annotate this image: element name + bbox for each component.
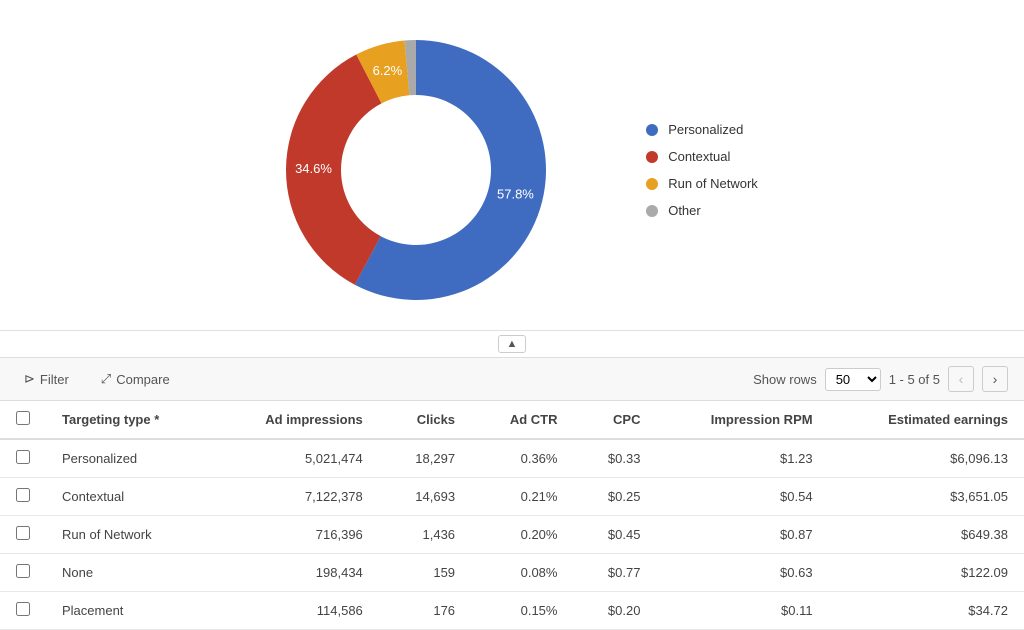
- prev-page-button[interactable]: ‹: [948, 366, 974, 392]
- legend-item: Contextual: [646, 149, 758, 164]
- collapse-button[interactable]: ▲: [498, 335, 527, 353]
- targeting-type-cell: Personalized: [46, 439, 212, 478]
- data-cell: $0.20: [573, 592, 656, 630]
- legend-item-label: Personalized: [668, 122, 743, 137]
- data-cell: 176: [379, 592, 471, 630]
- main-container: 57.8%34.6%6.2% PersonalizedContextualRun…: [0, 0, 1024, 630]
- filter-icon: ⊳: [24, 371, 35, 387]
- data-cell: $0.87: [656, 516, 828, 554]
- data-cell: 159: [379, 554, 471, 592]
- data-cell: $6,096.13: [829, 439, 1024, 478]
- legend-color-dot: [646, 178, 658, 190]
- data-cell: $1.23: [656, 439, 828, 478]
- legend-color-dot: [646, 205, 658, 217]
- row-checkbox[interactable]: [16, 564, 30, 578]
- legend-color-dot: [646, 124, 658, 136]
- data-cell: $649.38: [829, 516, 1024, 554]
- data-cell: 7,122,378: [212, 478, 379, 516]
- next-page-button[interactable]: ›: [982, 366, 1008, 392]
- compare-button[interactable]: ⤢ Compare: [93, 367, 178, 391]
- legend-item-label: Run of Network: [668, 176, 758, 191]
- row-checkbox[interactable]: [16, 602, 30, 616]
- data-cell: 114,586: [212, 592, 379, 630]
- rows-select[interactable]: 102550100: [825, 368, 881, 391]
- data-cell: $0.33: [573, 439, 656, 478]
- table-header-cell: Targeting type *: [46, 401, 212, 439]
- show-rows-label: Show rows: [753, 372, 817, 387]
- data-cell: $0.77: [573, 554, 656, 592]
- targeting-type-cell: None: [46, 554, 212, 592]
- data-cell: 198,434: [212, 554, 379, 592]
- data-table: Targeting type *Ad impressionsClicksAd C…: [0, 401, 1024, 630]
- divider-row: ▲: [0, 330, 1024, 357]
- table-row: None198,4341590.08%$0.77$0.63$122.09: [0, 554, 1024, 592]
- data-cell: 0.08%: [471, 554, 573, 592]
- data-cell: $0.25: [573, 478, 656, 516]
- table-header-cell: CPC: [573, 401, 656, 439]
- table-header-cell: Impression RPM: [656, 401, 828, 439]
- data-cell: 0.36%: [471, 439, 573, 478]
- data-cell: $122.09: [829, 554, 1024, 592]
- toolbar: ⊳ Filter ⤢ Compare Show rows 102550100 1…: [0, 357, 1024, 401]
- row-checkbox[interactable]: [16, 450, 30, 464]
- chart-legend: Personalized Contextual Run of Network Othe…: [626, 122, 758, 218]
- table-header-cell: [0, 401, 46, 439]
- table-header-row: Targeting type *Ad impressionsClicksAd C…: [0, 401, 1024, 439]
- data-cell: $3,651.05: [829, 478, 1024, 516]
- data-cell: $34.72: [829, 592, 1024, 630]
- table-header-cell: Ad CTR: [471, 401, 573, 439]
- select-all-checkbox[interactable]: [16, 411, 30, 425]
- data-cell: 0.15%: [471, 592, 573, 630]
- data-cell: 0.21%: [471, 478, 573, 516]
- legend-item: Run of Network: [646, 176, 758, 191]
- legend-item: Personalized: [646, 122, 758, 137]
- table-row: Contextual7,122,37814,6930.21%$0.25$0.54…: [0, 478, 1024, 516]
- table-row: Run of Network716,3961,4360.20%$0.45$0.8…: [0, 516, 1024, 554]
- legend-item-label: Contextual: [668, 149, 730, 164]
- targeting-type-cell: Run of Network: [46, 516, 212, 554]
- table-header-cell: Estimated earnings: [829, 401, 1024, 439]
- table-row: Personalized5,021,47418,2970.36%$0.33$1.…: [0, 439, 1024, 478]
- compare-label: Compare: [116, 372, 169, 387]
- legend-color-dot: [646, 151, 658, 163]
- toolbar-left: ⊳ Filter ⤢ Compare: [16, 367, 753, 391]
- table-header-cell: Clicks: [379, 401, 471, 439]
- svg-text:57.8%: 57.8%: [497, 186, 534, 201]
- targeting-type-cell: Contextual: [46, 478, 212, 516]
- filter-button[interactable]: ⊳ Filter: [16, 367, 77, 391]
- table-header-cell: Ad impressions: [212, 401, 379, 439]
- targeting-type-cell: Placement: [46, 592, 212, 630]
- legend-item: Other: [646, 203, 758, 218]
- legend-item-label: Other: [668, 203, 701, 218]
- data-cell: 14,693: [379, 478, 471, 516]
- donut-chart: 57.8% 34.6% 6.2%: [266, 20, 566, 320]
- toolbar-right: Show rows 102550100 1 - 5 of 5 ‹ ›: [753, 366, 1008, 392]
- data-cell: 0.20%: [471, 516, 573, 554]
- data-cell: $0.54: [656, 478, 828, 516]
- filter-label: Filter: [40, 372, 69, 387]
- row-checkbox[interactable]: [16, 488, 30, 502]
- data-cell: 18,297: [379, 439, 471, 478]
- data-cell: 716,396: [212, 516, 379, 554]
- svg-text:6.2%: 6.2%: [373, 63, 403, 78]
- data-cell: $0.11: [656, 592, 828, 630]
- data-cell: $0.45: [573, 516, 656, 554]
- table-row: Placement114,5861760.15%$0.20$0.11$34.72: [0, 592, 1024, 630]
- data-cell: $0.63: [656, 554, 828, 592]
- row-checkbox[interactable]: [16, 526, 30, 540]
- svg-text:34.6%: 34.6%: [295, 161, 332, 176]
- compare-icon: ⤢: [101, 371, 111, 387]
- data-cell: 5,021,474: [212, 439, 379, 478]
- data-cell: 1,436: [379, 516, 471, 554]
- chart-area: 57.8% 34.6% 6.2% Personalized Contextual Run…: [0, 0, 1024, 330]
- page-info: 1 - 5 of 5: [889, 372, 940, 387]
